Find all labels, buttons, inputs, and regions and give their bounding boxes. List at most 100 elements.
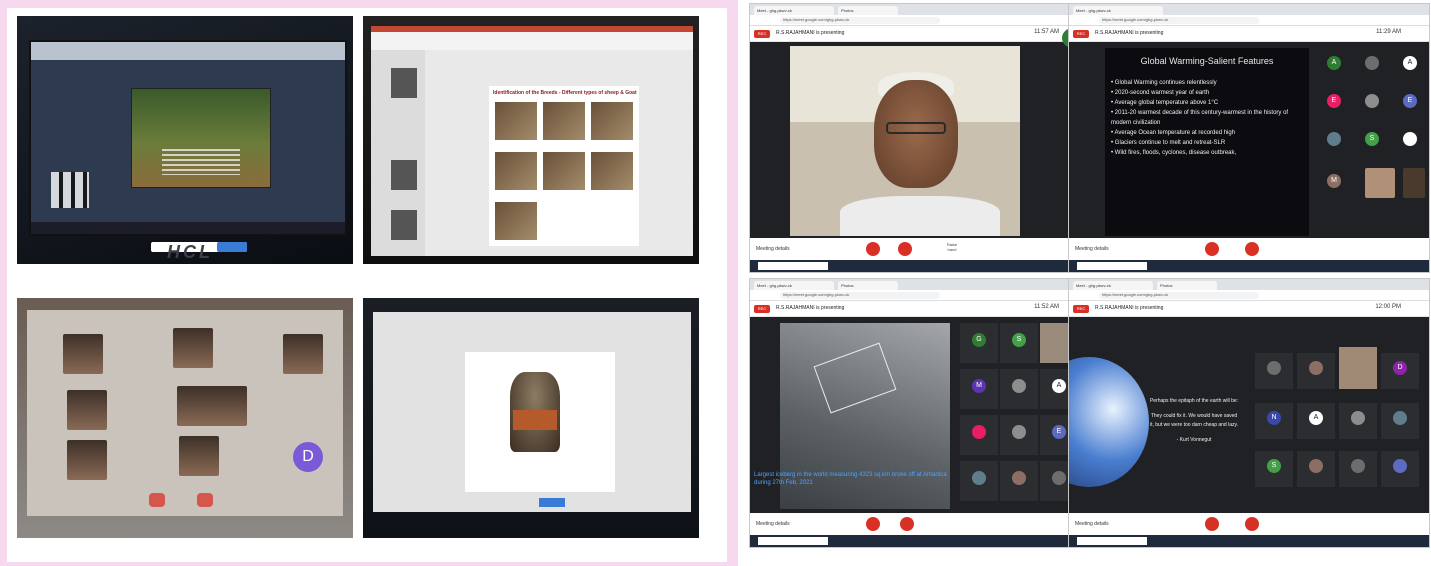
laptop-brand-logo: HCL [167,242,213,262]
participant-avatar: E [1327,94,1341,108]
participant-avatar: D [1393,361,1407,375]
participant-avatar [1403,132,1417,146]
speaker-shirt [840,196,1000,236]
meet-stage: Largest iceberg in the world measuring 4… [750,317,1087,515]
photo-meet-participants: D [17,298,353,538]
participant-video [1403,168,1425,198]
stop-sharing-button[interactable] [539,498,565,507]
slide-caption: Largest iceberg in the world measuring 4… [754,472,947,486]
address-bar: https://meet.google.com/ghg-pkwv-ck [1069,15,1429,26]
laptop-screen [29,40,347,252]
meet-controls: Meeting details [1069,513,1429,535]
url-field[interactable]: https://meet.google.com/ghg-pkwv-ck [1099,292,1259,299]
url-field[interactable]: https://meet.google.com/ghg-pkwv-ck [1099,17,1259,24]
breeds-slide: Identification of the Breeds - Different… [489,86,639,246]
breed-image [543,102,585,140]
slide-title [140,95,262,109]
url-field[interactable]: https://meet.google.com/ghg-pkwv-ck [780,292,940,299]
slide-heading: Identification of the Breeds - Different… [493,90,637,96]
camera-off-icon[interactable] [1245,517,1259,531]
meet-window-1: Meet - ghg-pkwv-ck Photos https://meet.g… [749,3,1088,273]
browser-tab[interactable]: Meet - ghg-pkwv-ck [1073,281,1153,290]
mic-off-icon[interactable] [149,493,165,507]
mic-off-icon[interactable] [1205,242,1219,256]
participant-avatar: A [1309,411,1323,425]
participant-avatar: G [972,333,986,347]
camera-off-icon[interactable] [900,517,914,531]
participant-tile [1000,461,1038,501]
clock: 11:29 AM [1376,29,1401,35]
taskbar-search[interactable] [758,537,828,545]
meeting-details-button[interactable]: Meeting details [1075,246,1109,252]
quote-line-1: Perhaps the epitaph of the earth will be… [1149,398,1239,404]
browser-tab[interactable]: Photos [1157,281,1217,290]
browser-tab[interactable]: Meet - ghg-pkwv-ck [1073,6,1163,15]
quote-line-2: They could fix it. We would have saved i… [1149,413,1238,428]
browser-tabs: Meet - ghg-pkwv-ck Photos [750,4,1087,15]
windows-taskbar [750,535,1087,547]
taskbar-search[interactable] [1077,262,1147,270]
participant-tile: D [1381,353,1419,389]
recording-badge: REC [1073,30,1089,38]
camera-off-icon[interactable] [898,242,912,256]
raise-hand-button[interactable]: Raise hand [942,242,962,256]
browser-tabs: Meet - ghg-pkwv-ck Photos [750,279,1087,290]
participant-tile: N [1255,403,1293,439]
participant-avatar: S [1012,333,1026,347]
participant-tile [960,415,998,455]
participant-avatar: M [1327,174,1341,188]
photo-goat-slide [363,298,699,538]
browser-tab[interactable]: Photos [838,6,898,15]
slide-thumb[interactable] [391,68,417,98]
participant-tile: M [960,369,998,409]
clock: 11:57 AM [1034,29,1059,35]
participant-avatar: A [1052,379,1066,393]
browser-tab[interactable]: Photos [838,281,898,290]
browser-tab[interactable]: Meet - ghg-pkwv-ck [754,281,834,290]
participant-avatar [1393,411,1407,425]
participant-avatar [1052,471,1066,485]
mic-off-icon[interactable] [866,517,880,531]
slide-panel [371,50,425,256]
participant-avatar: E [1052,425,1066,439]
photo-collage-frame: HCL Identification of the Breeds - Diffe… [0,0,738,566]
camera-off-icon[interactable] [197,493,213,507]
participant-avatar: A [1403,56,1417,70]
participant-tile [177,386,247,426]
participant-tile: S [1000,323,1038,363]
clock: 12:00 PM [1375,304,1401,310]
mic-off-icon[interactable] [866,242,880,256]
earth-image [1069,357,1149,487]
address-bar: https://meet.google.com/ghg-pkwv-ck [750,15,1087,26]
participant-avatar [1309,459,1323,473]
meeting-details-button[interactable]: Meeting details [756,521,790,527]
presenter-label: R.S.RAJAHMANI is presenting [1095,30,1164,36]
browser-tabs: Meet - ghg-pkwv-ck Photos [1069,279,1429,290]
participant-tile [1000,369,1038,409]
participant-video [1339,347,1377,389]
url-field[interactable]: https://meet.google.com/ghg-pkwv-ck [780,17,940,24]
participant-video [1365,168,1395,198]
slide-bullet: Glaciers continue to melt and retreat-SL… [1111,138,1305,148]
participant-tile [1255,353,1293,389]
taskbar-search[interactable] [758,262,828,270]
goat-sign [513,410,557,430]
meeting-details-button[interactable]: Meeting details [1075,521,1109,527]
participant-avatar [1052,333,1066,347]
taskbar-search[interactable] [1077,537,1147,545]
camera-off-icon[interactable] [1245,242,1259,256]
participant-avatar [1351,411,1365,425]
meeting-details-button[interactable]: Meeting details [756,246,790,252]
browser-tab[interactable]: Meet - ghg-pkwv-ck [754,6,834,15]
meet-window-2: Meet - ghg-pkwv-ck https://meet.google.c… [1068,3,1430,273]
stop-sharing-button[interactable] [217,242,247,252]
presenter-label: R.S.RAJAHMANI is presenting [776,30,845,36]
slide-thumb[interactable] [391,210,417,240]
meet-grid-screen: D [27,310,343,516]
slide-thumb[interactable] [391,160,417,190]
photo-laptop-ppt-slide: HCL [17,16,353,264]
participant-tile [283,334,323,374]
mic-off-icon[interactable] [1205,517,1219,531]
photo-breeds-slide: Identification of the Breeds - Different… [363,16,699,264]
participant-avatar [972,471,986,485]
